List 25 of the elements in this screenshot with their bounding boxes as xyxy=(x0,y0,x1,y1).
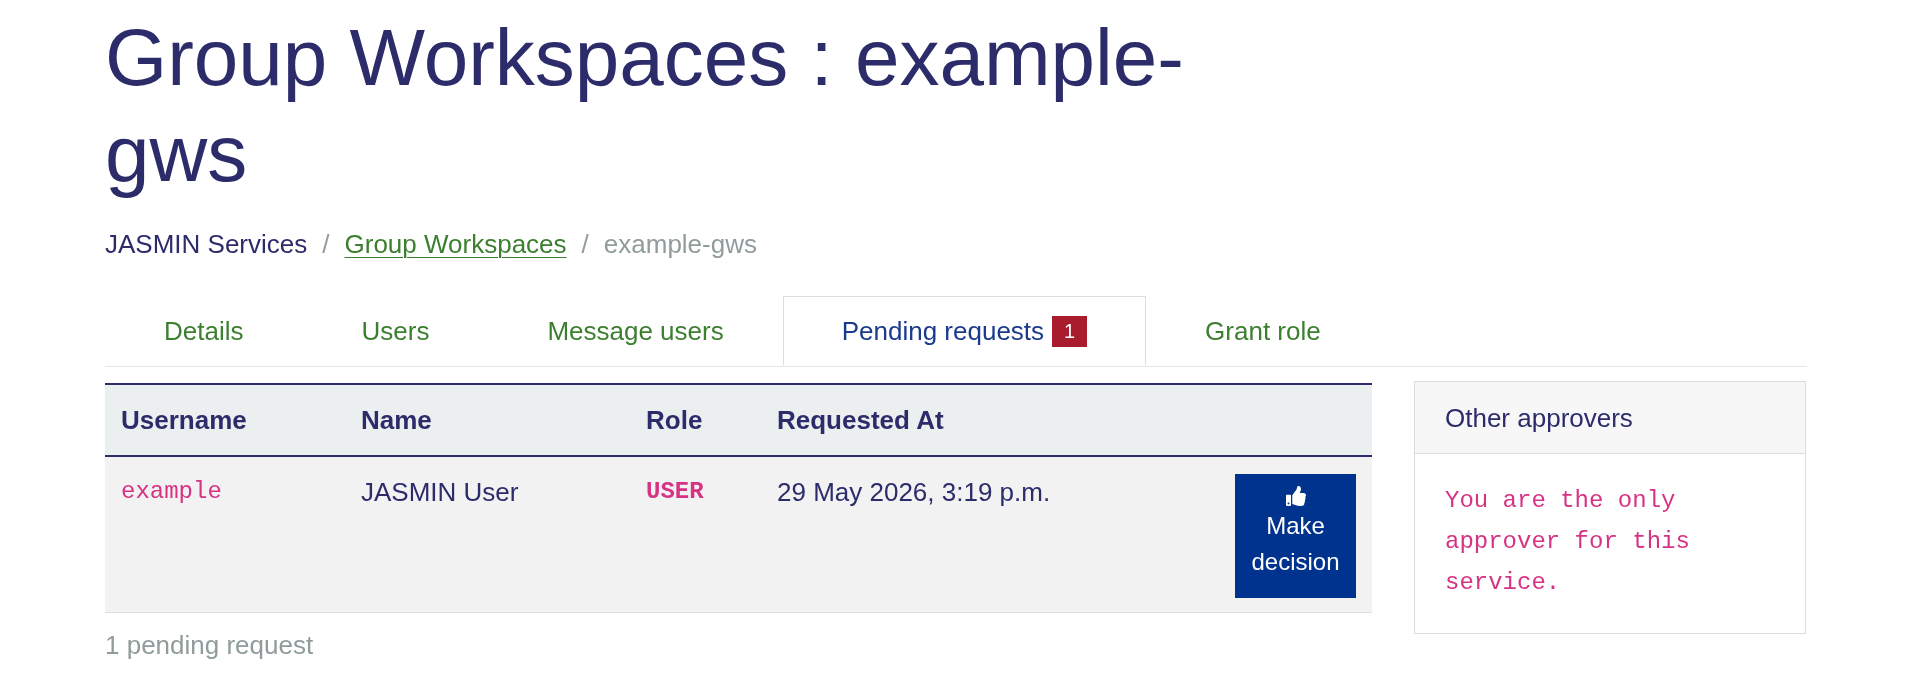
tab[interactable]: Users xyxy=(302,296,489,366)
tab[interactable]: Details xyxy=(105,296,303,366)
table-cell: 29 May 2026, 3:19 p.m. xyxy=(761,456,1220,613)
breadcrumb-text: JASMIN Services xyxy=(105,228,308,261)
breadcrumb-current: example-gws xyxy=(603,228,757,261)
panel-header: Other approvers xyxy=(1415,382,1805,454)
count-badge: 1 xyxy=(1052,315,1088,347)
breadcrumb-link[interactable]: Group Workspaces xyxy=(344,226,567,262)
tab[interactable]: Message users xyxy=(488,296,783,366)
pending-count-text: 1 pending request xyxy=(105,629,315,662)
make-decision-button[interactable]: Make decision xyxy=(1235,474,1356,598)
page-title: Group Workspaces : example-gws xyxy=(105,12,1185,200)
tab[interactable]: Pending requests 1 xyxy=(782,296,1147,366)
breadcrumb-separator: / xyxy=(581,228,589,261)
column-header: Requested At xyxy=(761,384,1220,456)
username-cell: example xyxy=(105,456,345,613)
thumbs-up-icon xyxy=(1285,486,1306,506)
column-header: Username xyxy=(105,384,345,456)
tab[interactable]: Grant role xyxy=(1146,296,1380,366)
breadcrumb-separator: / xyxy=(322,228,330,261)
column-header: Role xyxy=(630,384,761,456)
approvers-message: You are the only approver for this service. xyxy=(1445,486,1691,598)
role-cell: USER xyxy=(630,456,761,613)
table-cell: JASMIN User xyxy=(345,456,630,613)
column-header: Name xyxy=(345,384,630,456)
